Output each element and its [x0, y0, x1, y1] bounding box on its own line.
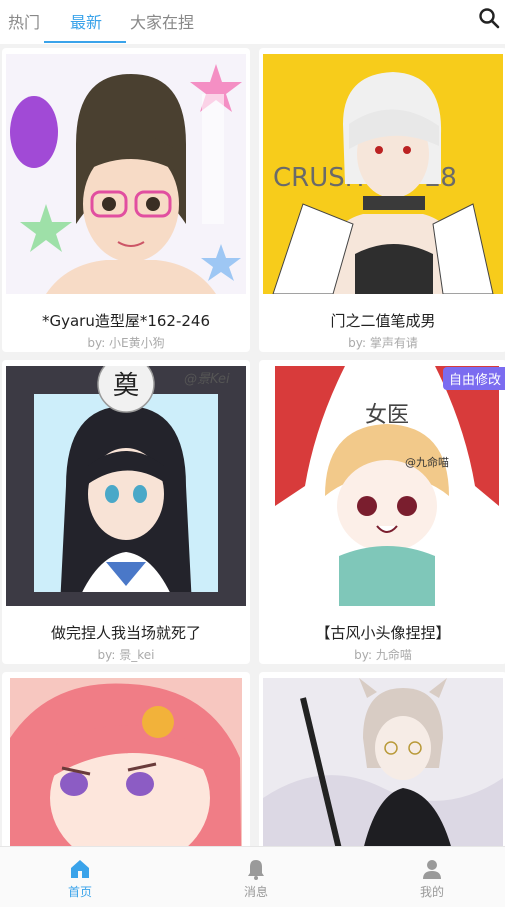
tab-everyone-making[interactable]: 大家在捏 — [130, 9, 194, 33]
work-author: by: 小E黄小狗 — [87, 336, 165, 350]
nav-home-label: 首页 — [67, 885, 92, 899]
work-author: by: 景_kei — [97, 648, 155, 662]
work-thumbnail[interactable] — [6, 54, 246, 294]
image-watermark: @九命喵 — [405, 456, 449, 469]
work-author: by: 九命喵 — [354, 648, 412, 662]
work-author: by: 掌声有请 — [348, 336, 418, 350]
svg-text:奠: 奠 — [113, 371, 139, 401]
top-tab-bar: 热门 最新 大家在捏 — [0, 0, 505, 44]
user-icon — [420, 857, 444, 881]
work-title: 【古风小头像捏捏】 — [315, 624, 451, 642]
nav-profile-label: 我的 — [419, 885, 444, 899]
work-card[interactable]: 奠 @景Kei 做完捏人我当场就死了 by: 景_kei — [2, 360, 250, 664]
tab-hot[interactable]: 热门 — [8, 9, 40, 33]
work-card[interactable] — [2, 672, 250, 846]
work-card[interactable] — [259, 672, 505, 846]
nav-home[interactable]: 首页 — [20, 847, 140, 907]
work-card[interactable]: *Gyaru造型屋*162-246 by: 小E黄小狗 — [2, 48, 250, 352]
free-edit-badge: 自由修改 — [442, 367, 505, 390]
work-thumbnail[interactable]: 女医 @九命喵 — [275, 366, 499, 606]
tab-latest[interactable]: 最新 — [70, 9, 102, 33]
nav-messages-label: 消息 — [243, 885, 268, 899]
work-thumbnail[interactable]: CRUSH LOVE8 — [263, 54, 503, 294]
work-thumbnail[interactable] — [263, 678, 503, 846]
nav-profile[interactable]: 我的 — [372, 847, 492, 907]
work-title: 做完捏人我当场就死了 — [50, 624, 201, 642]
work-thumbnail[interactable] — [10, 678, 242, 846]
bottom-nav-bar: 首页 消息 我的 — [0, 846, 505, 907]
image-watermark: @景Kei — [184, 372, 230, 387]
active-tab-indicator — [44, 41, 126, 43]
search-icon[interactable] — [477, 6, 501, 30]
works-feed[interactable]: *Gyaru造型屋*162-246 by: 小E黄小狗 CRUSH LOVE8 … — [0, 44, 505, 846]
work-card[interactable]: CRUSH LOVE8 门之二值笔成男 by: 掌声有请 — [259, 48, 505, 352]
work-title: *Gyaru造型屋*162-246 — [41, 312, 211, 330]
work-card[interactable]: 女医 @九命喵 自由修改 【古风小头像捏捏】 by: 九命喵 — [259, 360, 505, 664]
work-thumbnail[interactable]: 奠 @景Kei — [6, 366, 246, 606]
work-title: 门之二值笔成男 — [330, 312, 436, 330]
bell-icon — [244, 857, 268, 881]
nav-messages[interactable]: 消息 — [196, 847, 316, 907]
home-icon — [68, 857, 92, 881]
